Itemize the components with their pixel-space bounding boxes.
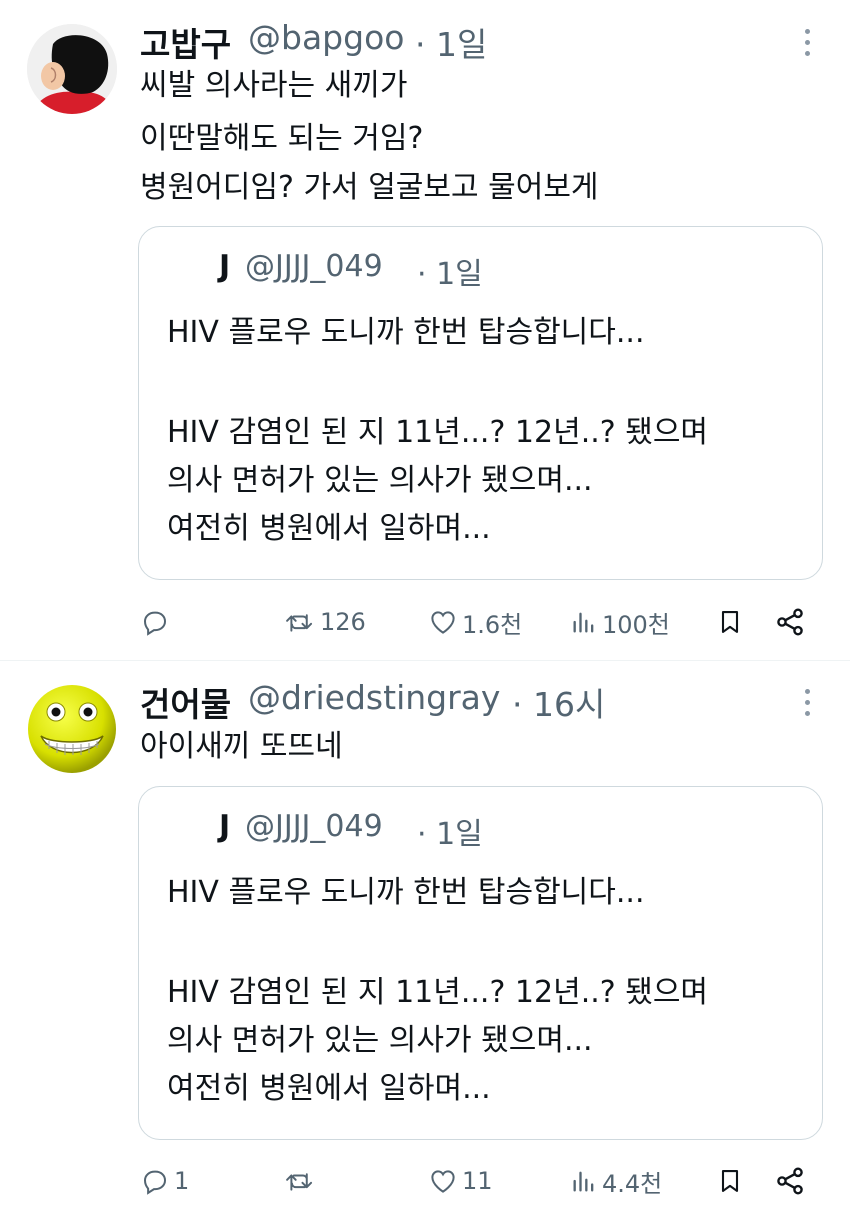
views-count: 4.4천 [602,1169,663,1198]
tweet-text-line: 아이새끼 또뜨네 [140,729,343,764]
views-button[interactable]: 4.4천 [570,1163,662,1199]
quote-text-line: HIV 플로우 도니까 한번 탑승합니다... [167,875,645,910]
retweet-button[interactable]: 126 [284,604,366,640]
yellow-grin-face-avatar-icon [28,685,116,773]
tweet-text-line: 이딴말해도 되는 거임? [140,121,424,156]
quote-text-line: 여전히 병원에서 일하며... [167,1071,491,1106]
views-button[interactable]: 100천 [570,604,670,640]
quote-text-line: HIV 감염인 된 지 11년...? 12년..? 됐으며 [167,415,709,450]
timestamp[interactable]: · 1일 [415,18,487,66]
bookmark-button[interactable] [716,604,744,640]
quote-text-line: 여전히 병원에서 일하며... [167,511,491,546]
avatar[interactable] [27,684,117,774]
retweet-count: 126 [320,608,366,636]
reply-button[interactable] [140,604,174,640]
more-options-icon[interactable] [797,689,817,723]
quoted-tweet[interactable]: J @JJJJ_049 · 1일 HIV 플로우 도니까 한번 탑승합니다...… [138,786,823,1140]
like-count: 11 [462,1167,493,1195]
bookmark-icon [721,611,739,633]
quote-text-line: 의사 면허가 있는 의사가 됐으며... [167,463,593,498]
retweet-button[interactable] [284,1163,320,1199]
quote-author-name: J [219,249,231,284]
quote-text-line: HIV 감염인 된 지 11년...? 12년..? 됐으며 [167,975,709,1010]
views-icon [573,1171,594,1192]
avatar[interactable] [27,24,117,114]
share-button[interactable] [774,1163,806,1199]
author-handle[interactable]: @bapgoo [248,18,404,57]
reply-icon [143,1170,167,1195]
views-count: 100천 [602,610,670,639]
like-count: 1.6천 [462,610,523,639]
reply-icon [143,611,167,636]
reply-button[interactable]: 1 [140,1163,189,1199]
cartoon-man-avatar-icon [27,24,117,114]
author-handle[interactable]: @driedstingray [248,678,500,717]
quote-avatar [163,813,191,841]
tweet[interactable]: 건어물 @driedstingray · 16시 아이새끼 또뜨네 J @JJJ… [0,661,850,1210]
author-name[interactable]: 건어물 [140,678,231,726]
quote-author-name: J [219,809,231,844]
timestamp[interactable]: · 16시 [512,678,605,726]
quote-author-handle: @JJJJ_049 [245,249,383,284]
quote-author-handle: @JJJJ_049 [245,809,383,844]
tweet-text-line: 씨발 의사라는 새끼가 [140,68,408,103]
share-button[interactable] [774,604,806,640]
share-icon [777,608,803,636]
author-name[interactable]: 고밥구 [140,18,231,66]
quote-text-line: 의사 면허가 있는 의사가 됐으며... [167,1023,593,1058]
reply-count: 1 [174,1167,190,1195]
quote-avatar [163,253,191,281]
like-icon [431,611,455,634]
views-icon [573,612,594,633]
quote-text-line: HIV 플로우 도니까 한번 탑승합니다... [167,315,645,350]
quote-timestamp: · 1일 [417,257,483,292]
like-button[interactable]: 11 [428,1163,493,1199]
tweet-text-line: 병원어디임? 가서 얼굴보고 물어보게 [140,170,599,205]
tweet[interactable]: 고밥구 @bapgoo · 1일 씨발 의사라는 새끼가 이딴말해도 되는 거임… [0,0,850,660]
like-icon [431,1170,455,1193]
more-options-icon[interactable] [797,29,817,63]
quoted-tweet[interactable]: J @JJJJ_049 · 1일 HIV 플로우 도니까 한번 탑승합니다...… [138,226,823,580]
quote-timestamp: · 1일 [417,817,483,852]
like-button[interactable]: 1.6천 [428,604,522,640]
retweet-icon [286,614,313,632]
bookmark-button[interactable] [716,1163,744,1199]
share-icon [777,1167,803,1195]
retweet-icon [286,1173,313,1191]
bookmark-icon [721,1170,739,1192]
